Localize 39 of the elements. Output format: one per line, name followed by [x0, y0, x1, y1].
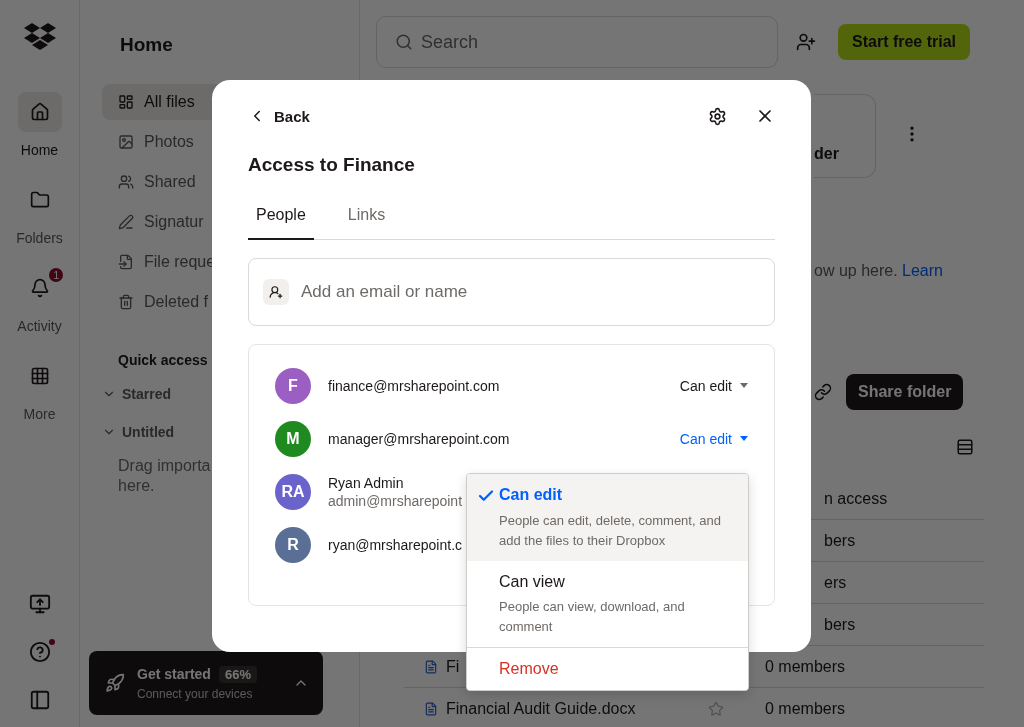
member-name: Ryan Admin — [328, 474, 404, 491]
sidebar-label: Deleted f — [144, 293, 209, 311]
avatar: R — [275, 526, 311, 563]
member-name: ryan@mrsharepoint.c — [328, 536, 463, 553]
card-title: Get started — [137, 666, 211, 682]
option-description: People can view, download, and comment — [499, 598, 686, 636]
nav-label: More — [23, 406, 56, 422]
member-name: manager@mrsharepoint.com — [328, 430, 510, 447]
member-email: admin@mrsharepoint — [328, 492, 463, 509]
section-label: Untitled — [122, 424, 175, 440]
option-label: Can edit — [499, 486, 564, 505]
progress-percent: 66% — [218, 665, 257, 683]
sidebar-label: Shared — [144, 173, 196, 191]
members-text: bers — [824, 531, 856, 550]
member-name: finance@mrsharepoint.com — [328, 377, 500, 394]
section-title: Quick access — [118, 352, 209, 368]
nav-label: Home — [20, 142, 59, 158]
avatar: F — [275, 367, 311, 404]
option-label: Can view — [499, 573, 566, 591]
sidebar-label: Photos — [144, 133, 194, 151]
members-text: n access — [824, 489, 888, 508]
section-label: Starred — [122, 386, 172, 402]
nav-label: Activity — [17, 318, 62, 334]
members-text: 0 members — [765, 699, 846, 718]
card-subtitle: Connect your devices — [137, 686, 254, 701]
hint-text: Drag importa here. — [118, 456, 211, 496]
info-text: ow up here. Learn — [814, 262, 944, 280]
dialog-title: Access to Finance — [248, 154, 416, 176]
members-text: 0 members — [765, 657, 846, 676]
sidebar-label: All files — [144, 93, 195, 111]
members-text: ers — [824, 573, 847, 592]
option-description: People can edit, delete, comment, and add the files to their Dropbox — [499, 512, 722, 550]
nav-label: Folders — [16, 230, 63, 246]
page-title: Home — [120, 34, 174, 56]
members-text: bers — [824, 615, 856, 634]
sidebar-label: Signatur — [144, 213, 204, 231]
notification-badge: 1 — [47, 266, 66, 284]
avatar: M — [275, 420, 311, 457]
avatar: RA — [275, 473, 311, 510]
